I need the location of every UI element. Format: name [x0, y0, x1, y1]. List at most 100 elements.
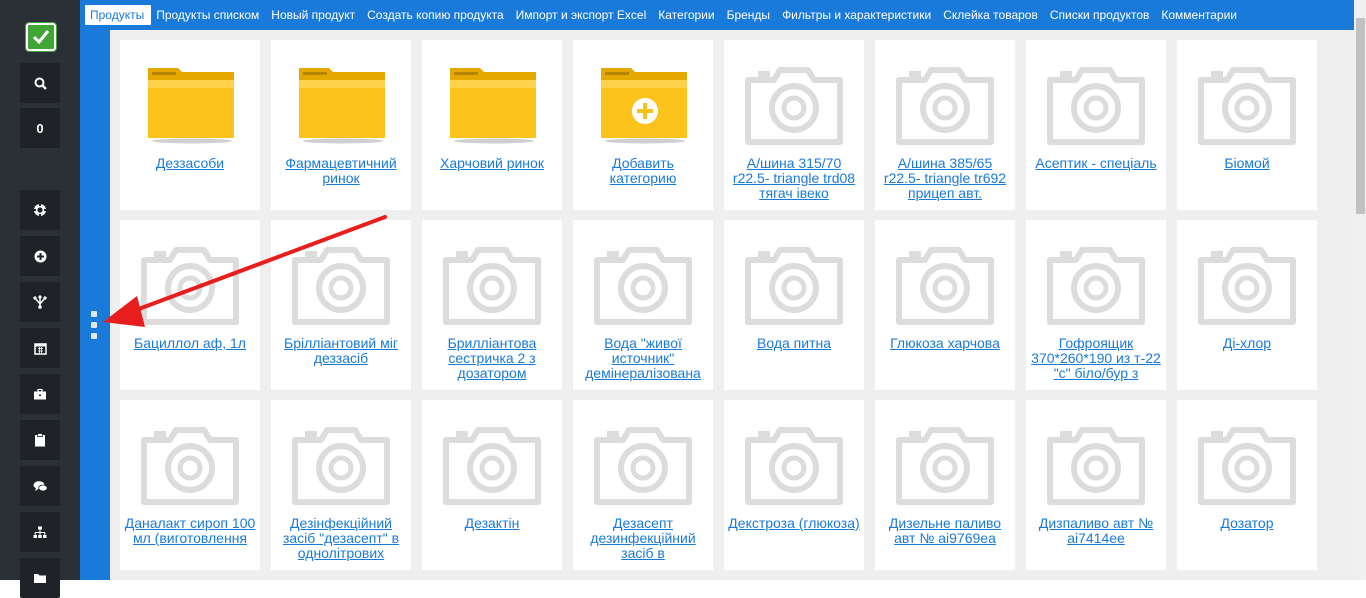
add-button[interactable] — [20, 236, 60, 276]
product-card[interactable]: А/шина 315/70 r22.5- triangle trd08 тяга… — [724, 40, 864, 210]
folder-icon — [299, 68, 385, 144]
tab-6[interactable]: Бренды — [722, 5, 777, 25]
card-label-link[interactable]: А/шина 385/65 r22.5- triangle tr692 приц… — [879, 156, 1011, 201]
card-label-link[interactable]: Декстроза (глюкоза) — [728, 516, 860, 531]
card-label-link[interactable]: Вода "живої источник" демінералізована — [577, 336, 709, 381]
card-label-link[interactable]: Брілліантовий міг деззасіб — [275, 336, 407, 366]
scrollbar-thumb[interactable] — [1356, 18, 1365, 214]
product-card[interactable]: Гофроящик 370*260*190 из т-22 "с" біло/б… — [1026, 220, 1166, 390]
card-label-link[interactable]: Вода питна — [728, 336, 860, 351]
card-thumbnail[interactable] — [442, 418, 542, 518]
product-card[interactable]: Ді-хлор — [1177, 220, 1317, 390]
card-label-link[interactable]: Добавить категорию — [577, 156, 709, 186]
card-thumbnail[interactable] — [744, 238, 844, 338]
card-thumbnail[interactable] — [593, 418, 693, 518]
folder-button[interactable] — [20, 558, 60, 598]
tab-0[interactable]: Продукты — [85, 5, 152, 25]
check-icon[interactable] — [25, 22, 57, 52]
tab-1[interactable]: Продукты списком — [151, 5, 266, 25]
card-label-link[interactable]: Брилліантова сестричка 2 з дозатором — [426, 336, 558, 381]
card-thumbnail[interactable] — [442, 238, 542, 338]
product-card[interactable]: Дизпаливо авт № аі7414ее — [1026, 400, 1166, 570]
card-label-link[interactable]: Гофроящик 370*260*190 из т-22 "с" біло/б… — [1030, 336, 1162, 381]
card-thumbnail[interactable] — [291, 58, 391, 158]
photo-placeholder-icon — [1198, 247, 1296, 325]
card-thumbnail[interactable] — [1197, 238, 1297, 338]
card-label-link[interactable]: Дизпаливо авт № аі7414ее — [1030, 516, 1162, 546]
product-card[interactable]: Бациллол аф, 1л — [120, 220, 260, 390]
card-thumbnail[interactable] — [1197, 418, 1297, 518]
product-card[interactable]: Дезінфекційний засіб "дезасепт" в однолі… — [271, 400, 411, 570]
product-card[interactable]: Дезактін — [422, 400, 562, 570]
product-card[interactable]: Вода "живої источник" демінералізована — [573, 220, 713, 390]
product-card[interactable]: Брилліантова сестричка 2 з дозатором — [422, 220, 562, 390]
category-card[interactable]: Деззасоби — [120, 40, 260, 210]
card-thumbnail[interactable] — [1046, 418, 1146, 518]
product-card[interactable]: Глюкоза харчова — [875, 220, 1015, 390]
card-label-link[interactable]: Харчовий ринок — [426, 156, 558, 171]
card-label-link[interactable]: Біомой — [1181, 156, 1313, 171]
card-label-link[interactable]: Ді-хлор — [1181, 336, 1313, 351]
category-card[interactable]: Фармацевтичний ринок — [271, 40, 411, 210]
card-thumbnail[interactable] — [442, 58, 542, 158]
counter-button[interactable]: 0 — [20, 108, 60, 148]
tab-2[interactable]: Новый продукт — [266, 5, 362, 25]
card-label-link[interactable]: Дизельне паливо авт № аі9769еа — [879, 516, 1011, 546]
card-thumbnail[interactable] — [593, 58, 693, 158]
card-thumbnail[interactable] — [895, 238, 995, 338]
tab-8[interactable]: Склейка товаров — [938, 5, 1045, 25]
briefcase-button[interactable] — [20, 374, 60, 414]
card-label-link[interactable]: Дезактін — [426, 516, 558, 531]
tab-9[interactable]: Списки продуктов — [1045, 5, 1157, 25]
category-card[interactable]: Харчовий ринок — [422, 40, 562, 210]
card-thumbnail[interactable] — [140, 238, 240, 338]
card-thumbnail[interactable] — [1046, 238, 1146, 338]
support-button[interactable] — [20, 190, 60, 230]
tab-4[interactable]: Импорт и экспорт Excel — [511, 5, 654, 25]
calendar-button[interactable] — [20, 328, 60, 368]
product-card[interactable]: А/шина 385/65 r22.5- triangle tr692 приц… — [875, 40, 1015, 210]
product-card[interactable]: Дизельне паливо авт № аі9769еа — [875, 400, 1015, 570]
card-label-link[interactable]: Асептик - спеціаль — [1030, 156, 1162, 171]
product-card[interactable]: Брілліантовий міг деззасіб — [271, 220, 411, 390]
card-label-link[interactable]: Дезасепт дезинфекційний засіб в — [577, 516, 709, 561]
product-card[interactable]: Дезасепт дезинфекційний засіб в — [573, 400, 713, 570]
fork-button[interactable] — [20, 282, 60, 322]
tab-3[interactable]: Создать копию продукта — [362, 5, 511, 25]
card-thumbnail[interactable] — [291, 238, 391, 338]
card-thumbnail[interactable] — [1046, 58, 1146, 158]
product-card[interactable]: Асептик - спеціаль — [1026, 40, 1166, 210]
card-label-link[interactable]: Дозатор — [1181, 516, 1313, 531]
drag-handle[interactable] — [91, 311, 99, 344]
card-thumbnail[interactable] — [140, 418, 240, 518]
card-label-link[interactable]: Глюкоза харчова — [879, 336, 1011, 351]
product-card[interactable]: Вода питна — [724, 220, 864, 390]
sitemap-icon — [33, 526, 47, 538]
card-thumbnail[interactable] — [1197, 58, 1297, 158]
tab-10[interactable]: Комментарии — [1156, 5, 1244, 25]
card-label-link[interactable]: Деззасоби — [124, 156, 256, 171]
add-category-card[interactable]: Добавить категорию — [573, 40, 713, 210]
card-thumbnail[interactable] — [744, 418, 844, 518]
product-card[interactable]: Даналакт сироп 100 мл (виготовлення — [120, 400, 260, 570]
card-label-link[interactable]: Бациллол аф, 1л — [124, 336, 256, 351]
card-thumbnail[interactable] — [895, 58, 995, 158]
card-label-link[interactable]: Даналакт сироп 100 мл (виготовлення — [124, 516, 256, 546]
tab-5[interactable]: Категории — [653, 5, 721, 25]
card-label-link[interactable]: Фармацевтичний ринок — [275, 156, 407, 186]
card-label-link[interactable]: А/шина 315/70 r22.5- triangle trd08 тяга… — [728, 156, 860, 201]
product-card[interactable]: Дозатор — [1177, 400, 1317, 570]
sitemap-button[interactable] — [20, 512, 60, 552]
product-card[interactable]: Декстроза (глюкоза) — [724, 400, 864, 570]
card-thumbnail[interactable] — [895, 418, 995, 518]
card-thumbnail[interactable] — [593, 238, 693, 338]
card-thumbnail[interactable] — [140, 58, 240, 158]
tab-7[interactable]: Фильтры и характеристики — [777, 5, 938, 25]
card-thumbnail[interactable] — [291, 418, 391, 518]
card-label-link[interactable]: Дезінфекційний засіб "дезасепт" в однолі… — [275, 516, 407, 561]
comments-button[interactable] — [20, 466, 60, 506]
clipboard-button[interactable] — [20, 420, 60, 460]
product-card[interactable]: Біомой — [1177, 40, 1317, 210]
search-button[interactable] — [20, 63, 60, 103]
card-thumbnail[interactable] — [744, 58, 844, 158]
